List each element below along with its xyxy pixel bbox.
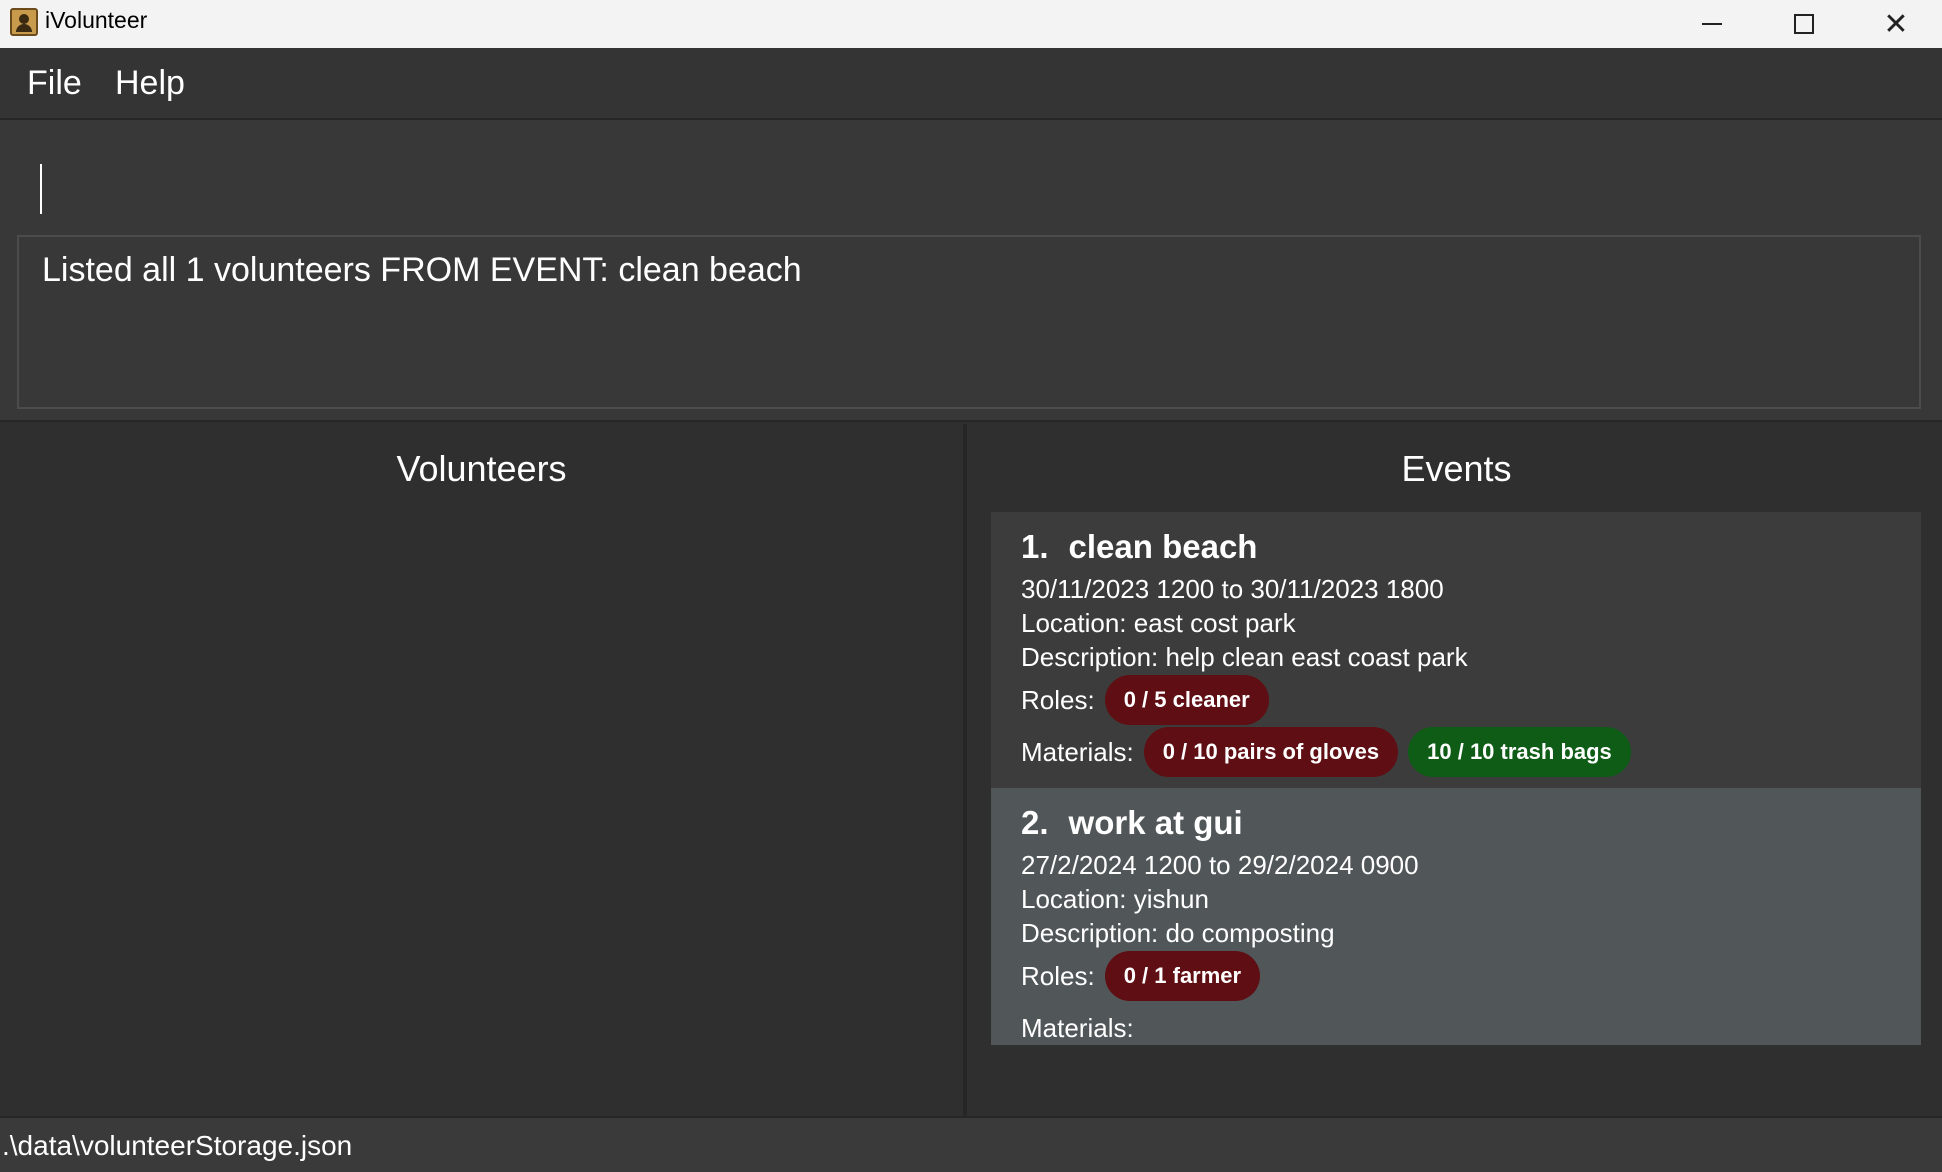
event-panel: Events 1. clean beach 30/11/2023 1200 to … (971, 424, 1942, 1116)
event-roles: Roles: 0 / 1 farmer (1021, 950, 1921, 1002)
command-area (0, 120, 1942, 228)
menu-bar: File Help (0, 48, 1942, 120)
volunteers-title: Volunteers (396, 448, 567, 489)
maximize-button[interactable] (1758, 0, 1850, 48)
event-title: 1. clean beach (1021, 528, 1921, 572)
volunteer-panel: Volunteers (0, 424, 967, 1116)
result-area: Listed all 1 volunteers FROM EVENT: clea… (0, 222, 1942, 422)
events-title: Events (1401, 448, 1512, 489)
event-location: Location: east cost park (1021, 608, 1296, 638)
event-datetime: 27/2/2024 1200 to 29/2/2024 0900 (1021, 850, 1419, 880)
text-caret (40, 164, 42, 214)
event-name: clean beach (1068, 528, 1258, 565)
event-materials: Materials: 0 / 10 pairs of gloves 10 / 1… (1021, 726, 1921, 778)
event-card[interactable]: 2. work at gui 27/2/2024 1200 to 29/2/202… (991, 788, 1921, 1045)
event-name: work at gui (1068, 804, 1243, 841)
result-message: Listed all 1 volunteers FROM EVENT: clea… (42, 251, 802, 289)
event-materials: Materials: (1021, 1002, 1921, 1054)
menu-file[interactable]: File (27, 64, 82, 103)
window-title: iVolunteer (45, 7, 148, 33)
materials-label: Materials: (1021, 1012, 1134, 1043)
event-description: Description: help clean east coast park (1021, 642, 1468, 672)
event-list[interactable]: 1. clean beach 30/11/2023 1200 to 30/11/2… (991, 512, 1921, 1045)
event-card[interactable]: 1. clean beach 30/11/2023 1200 to 30/11/2… (991, 512, 1921, 788)
minimize-icon (1702, 23, 1722, 25)
title-bar: iVolunteer ✕ (0, 0, 1942, 48)
app-icon (10, 8, 38, 36)
status-bar: .\data\volunteerStorage.json (0, 1116, 1942, 1172)
command-input[interactable] (18, 140, 1922, 228)
menu-help[interactable]: Help (115, 64, 185, 103)
close-icon: ✕ (1883, 6, 1909, 42)
event-index: 1. (1021, 528, 1049, 565)
material-tag: 0 / 10 pairs of gloves (1143, 727, 1399, 777)
materials-label: Materials: (1021, 736, 1134, 767)
maximize-icon (1794, 14, 1814, 34)
event-roles: Roles: 0 / 5 cleaner (1021, 674, 1921, 726)
event-index: 2. (1021, 804, 1049, 841)
result-display: Listed all 1 volunteers FROM EVENT: clea… (17, 235, 1921, 409)
role-tag: 0 / 1 farmer (1104, 951, 1261, 1001)
roles-label: Roles: (1021, 960, 1095, 991)
event-location: Location: yishun (1021, 884, 1209, 914)
storage-path: .\data\volunteerStorage.json (2, 1130, 353, 1161)
material-tag: 10 / 10 trash bags (1408, 727, 1631, 777)
role-tag: 0 / 5 cleaner (1104, 675, 1269, 725)
command-box (18, 140, 1922, 228)
close-button[interactable]: ✕ (1850, 0, 1942, 48)
roles-label: Roles: (1021, 684, 1095, 715)
event-description: Description: do composting (1021, 918, 1335, 948)
minimize-button[interactable] (1666, 0, 1758, 48)
event-datetime: 30/11/2023 1200 to 30/11/2023 1800 (1021, 574, 1444, 604)
event-title: 2. work at gui (1021, 804, 1921, 848)
